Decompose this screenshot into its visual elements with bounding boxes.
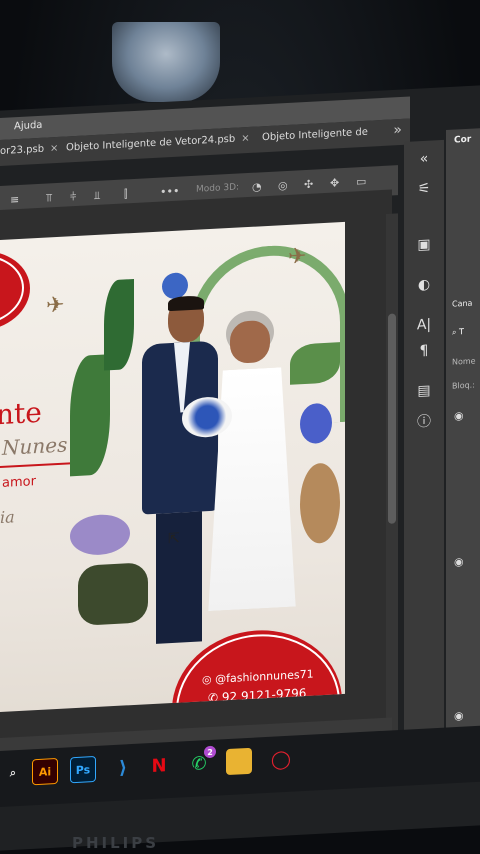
roll-3d-icon[interactable]: ◎ — [278, 179, 288, 193]
netflix-icon[interactable]: N — [146, 752, 172, 779]
paragraph-icon[interactable]: ¶ — [410, 336, 438, 365]
flower-decoration — [300, 402, 332, 445]
align-middle-icon[interactable]: ⫩ — [70, 190, 76, 204]
hummingbird-icon: ✈ — [46, 292, 65, 319]
adjustments-icon[interactable]: ⚟ — [410, 174, 438, 203]
align-bottom-icon[interactable]: ⫫ — [94, 189, 100, 203]
mode-3d-label: Modo 3D: — [196, 182, 240, 195]
flower-decoration — [70, 513, 130, 557]
scroll-thumb[interactable] — [388, 313, 396, 524]
instagram-row: ◎ @fashionnunes71 — [202, 667, 314, 687]
video-3d-icon[interactable]: ▭ — [356, 175, 366, 189]
collapse-icon[interactable]: « — [410, 144, 438, 173]
orbit-3d-icon[interactable]: ◔ — [252, 180, 262, 194]
artwork-subtitle: amor — [2, 474, 36, 491]
close-icon[interactable]: × — [241, 133, 249, 144]
align-left-icon[interactable]: ≡ — [10, 193, 19, 206]
align-top-icon[interactable]: ⫪ — [46, 191, 52, 205]
artwork-signature: ia — [0, 507, 15, 527]
drag-3d-icon[interactable]: ✣ — [304, 178, 313, 191]
phone-row: ✆ 92 9121-9796 — [208, 685, 307, 706]
more-options-button[interactable]: ••• — [160, 185, 179, 199]
notification-badge: 2 — [204, 745, 216, 759]
illustrator-icon[interactable]: Ai — [32, 757, 58, 786]
instagram-icon: ◎ — [202, 672, 216, 687]
menu-help[interactable]: Ajuda — [14, 120, 42, 132]
vscode-icon[interactable]: ⟩ — [110, 754, 136, 781]
info-icon[interactable]: ⓘ — [410, 406, 438, 435]
visibility-eye-icon[interactable]: ◉ — [454, 555, 464, 569]
character-icon[interactable]: A| — [410, 310, 438, 339]
color-wheel-icon[interactable]: ◐ — [410, 270, 438, 299]
layers-panel: Cor Cana ⌕ T Nome Bloq.: ◉ ◉ ◉ — [446, 127, 480, 770]
name-field[interactable]: Nome — [452, 356, 476, 366]
artwork-title: nte — [0, 395, 42, 432]
mouse-cursor-icon: ⇱ — [168, 530, 180, 548]
whatsapp-icon[interactable]: ✆ 2 — [186, 745, 216, 777]
search-icon[interactable]: ⌕ — [0, 760, 26, 787]
bride-figure — [200, 308, 304, 643]
artwork: ✈ ✈ nte Nunes amor ia ◎ @fashionnunes71 … — [0, 221, 345, 712]
opera-icon[interactable]: ◯ — [268, 746, 294, 773]
slide-3d-icon[interactable]: ✥ — [330, 176, 339, 189]
tab-color[interactable]: Cor — [454, 135, 471, 146]
tab-vetor23[interactable]: or23.psb × — [0, 143, 58, 157]
tabs-overflow-icon[interactable]: » — [393, 122, 402, 138]
visibility-eye-icon[interactable]: ◉ — [454, 709, 464, 723]
leaf-decoration — [104, 278, 134, 371]
document-canvas[interactable]: ✈ ✈ nte Nunes amor ia ◎ @fashionnunes71 … — [0, 189, 392, 755]
artwork-divider — [0, 462, 70, 468]
tab-objeto-inteligente[interactable]: Objeto Inteligente de — [262, 127, 368, 144]
file-explorer-icon[interactable] — [226, 747, 252, 776]
flower-decoration — [300, 462, 340, 545]
search-icon: ⌕ — [452, 327, 460, 337]
lock-label: Bloq.: — [452, 380, 475, 391]
properties-icon[interactable]: ▣ — [410, 230, 438, 259]
visibility-eye-icon[interactable]: ◉ — [454, 409, 464, 423]
close-icon[interactable]: × — [50, 143, 58, 154]
glyphs-icon[interactable]: ▤ — [410, 376, 438, 405]
whatsapp-icon: ✆ — [208, 690, 222, 706]
monitor-brand: PHILIPS — [72, 834, 160, 852]
tab-vetor24[interactable]: Objeto Inteligente de Vetor24.psb × — [66, 133, 250, 154]
hummingbird-icon: ✈ — [288, 243, 307, 270]
leaf-decoration — [70, 354, 110, 477]
layer-filter[interactable]: ⌕ T — [452, 327, 464, 338]
vertical-scrollbar[interactable] — [386, 213, 398, 763]
distribute-icon[interactable]: ⫿ — [124, 187, 128, 201]
tab-channels[interactable]: Cana — [452, 299, 472, 309]
photoshop-icon[interactable]: Ps — [70, 755, 96, 784]
photoshop-window: Ajuda or23.psb × Objeto Inteligente de Ve… — [0, 0, 480, 854]
red-circle-decoration — [0, 248, 30, 334]
artwork-name: Nunes — [2, 432, 68, 460]
panel-dock: « ⚟ ▣ ◐ A| ¶ ▤ ⓘ — [404, 139, 444, 772]
photo-scene: Ajuda or23.psb × Objeto Inteligente de Ve… — [0, 0, 480, 854]
